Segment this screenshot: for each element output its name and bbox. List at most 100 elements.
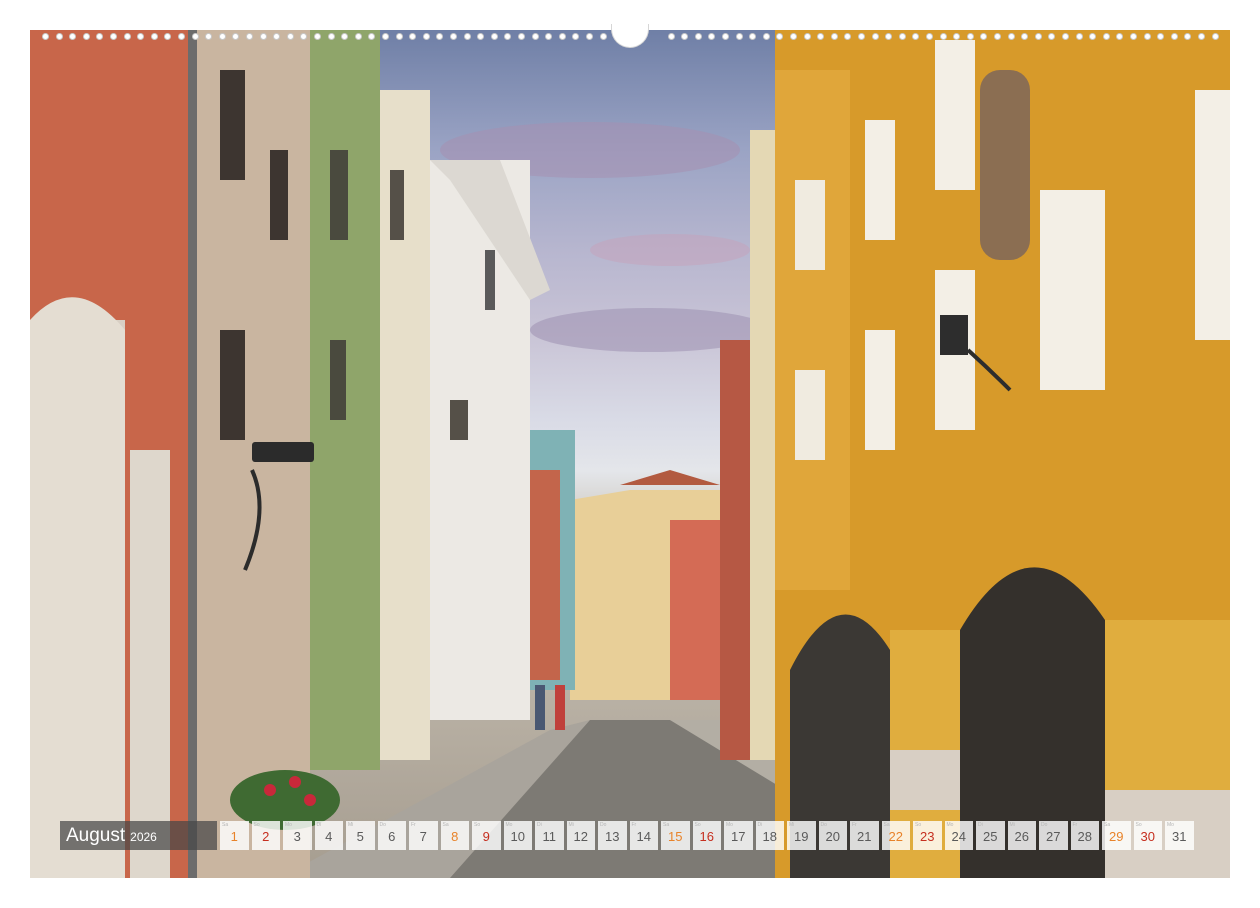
day-cell: Sa 8 xyxy=(440,821,469,850)
day-cell: Sa 22 xyxy=(881,821,910,850)
weekday-label: Fr xyxy=(1072,822,1078,828)
binding-hole xyxy=(477,33,485,40)
street-scene xyxy=(30,30,1230,878)
day-cell: Fr 28 xyxy=(1070,821,1099,850)
binding-hole xyxy=(844,33,852,40)
month-name: August xyxy=(66,825,126,846)
binding-hole xyxy=(327,33,335,40)
binding-hole xyxy=(1184,33,1192,40)
archway xyxy=(30,297,125,878)
wall-lantern xyxy=(940,315,968,355)
pedestrian xyxy=(535,685,545,730)
weekday-label: Sa xyxy=(883,822,890,828)
binding-hole xyxy=(178,33,185,40)
binding-hole xyxy=(69,33,77,40)
binding-hole xyxy=(694,33,702,40)
day-number: 24 xyxy=(951,829,966,844)
binding-hole xyxy=(953,33,961,40)
binding-hole xyxy=(341,33,349,40)
weekday-label: Di xyxy=(316,822,322,828)
binding-hole xyxy=(1034,33,1042,40)
binding-hole xyxy=(667,33,675,40)
cloud xyxy=(590,234,750,266)
day-cell: Do 13 xyxy=(598,821,627,850)
binding-hole xyxy=(912,33,920,40)
day-cell: Mo 31 xyxy=(1165,821,1194,850)
window xyxy=(865,330,895,450)
binding-hole xyxy=(722,33,729,40)
day-cell: So 2 xyxy=(251,821,280,850)
statue-niche xyxy=(980,70,1030,260)
weekday-label: Do xyxy=(600,822,607,828)
day-number: 10 xyxy=(510,829,525,844)
day-number: 13 xyxy=(605,829,620,844)
binding-hole xyxy=(191,33,199,40)
window xyxy=(390,170,404,240)
weekday-label: Di xyxy=(537,822,542,828)
binding-hole xyxy=(1089,33,1097,40)
binding-hole xyxy=(1062,33,1069,40)
window xyxy=(1195,90,1230,340)
weekday-label: Fr xyxy=(411,822,416,828)
weekday-label: So xyxy=(1135,822,1142,828)
binding-hole xyxy=(286,33,294,40)
binding-hole xyxy=(1021,33,1029,40)
day-number: 17 xyxy=(731,829,746,844)
weekday-label: So xyxy=(694,822,701,828)
binding-hole xyxy=(966,33,974,40)
day-number: 31 xyxy=(1172,829,1187,844)
binding-hole xyxy=(1198,33,1205,40)
window xyxy=(220,330,245,440)
binding-hole xyxy=(586,33,593,40)
weekday-label: Fr xyxy=(852,822,857,828)
window xyxy=(450,400,468,440)
distant-building xyxy=(670,520,725,700)
binding-hole xyxy=(259,33,267,40)
weekday-label: Mo xyxy=(285,822,292,828)
day-number: 6 xyxy=(388,829,396,844)
weekday-label: Mi xyxy=(568,822,574,828)
binding-hole xyxy=(518,33,525,40)
day-number: 7 xyxy=(419,829,427,844)
flower xyxy=(264,784,276,796)
distant-building xyxy=(530,470,560,680)
binding-hole xyxy=(558,33,566,40)
weekday-label: Mo xyxy=(946,822,954,828)
binding-hole xyxy=(463,33,471,40)
day-cell: Fr 7 xyxy=(409,821,438,850)
binding-hole xyxy=(1048,33,1056,40)
day-number: 28 xyxy=(1077,829,1092,844)
weekday-label: So xyxy=(474,822,481,828)
weekday-label: Di xyxy=(978,822,983,828)
binding-hole xyxy=(123,33,131,40)
weekday-label: Sa xyxy=(442,822,449,828)
calendar-page: August 2026 Sa 1 So 2 Mo 3 Di 4 Mi 5 Do 6 Fr 7 Sa 8 So 9 M… xyxy=(0,0,1260,908)
day-cell: So 30 xyxy=(1133,821,1162,850)
binding-hole xyxy=(205,33,213,40)
binding-hole xyxy=(137,33,145,40)
weekday-label: Sa xyxy=(1104,822,1111,828)
day-number: 2 xyxy=(262,829,270,844)
window xyxy=(330,340,346,420)
day-cell: Do 6 xyxy=(377,821,406,850)
day-number: 15 xyxy=(668,829,683,844)
day-cell: Mo 24 xyxy=(944,821,973,850)
cream-building xyxy=(380,90,430,760)
weekday-label: Mi xyxy=(1009,822,1015,828)
day-number: 25 xyxy=(983,829,998,844)
binding-hole xyxy=(762,33,770,40)
binding-hole xyxy=(749,33,757,40)
day-cell: Mi 5 xyxy=(346,821,375,850)
binding-hole xyxy=(885,33,893,40)
day-cell: Sa 29 xyxy=(1102,821,1131,850)
binding-hole xyxy=(803,33,811,40)
weekday-label: So xyxy=(915,822,922,828)
binding-hole xyxy=(55,33,63,40)
binding-hole xyxy=(218,33,226,40)
day-cell: Sa 1 xyxy=(220,821,249,850)
weekday-label: Di xyxy=(757,822,763,828)
day-number: 20 xyxy=(825,829,840,844)
day-number: 11 xyxy=(542,829,557,844)
drainpipe xyxy=(188,30,197,878)
weekday-label: Mo xyxy=(1167,822,1174,828)
